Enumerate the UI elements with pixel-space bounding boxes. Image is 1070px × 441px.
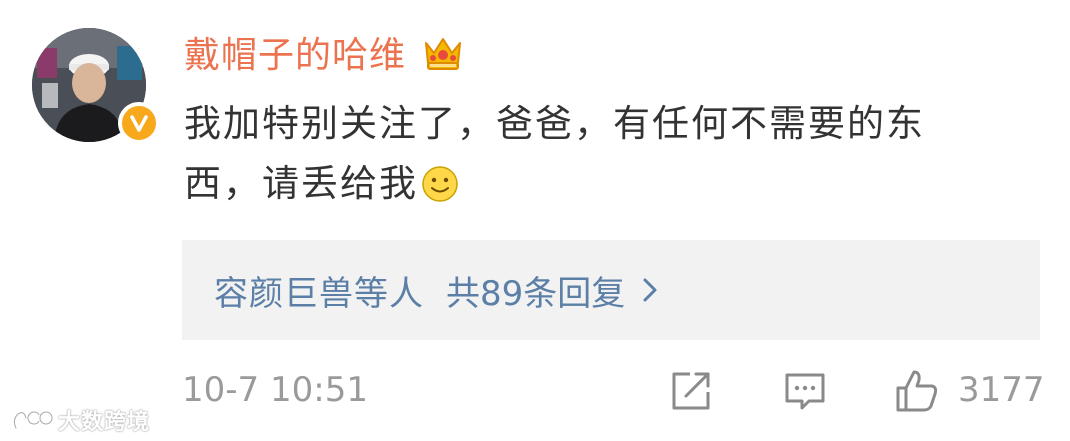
watermark-logo-icon [12,410,54,430]
chevron-right-icon [643,278,657,302]
crown-icon [425,38,462,70]
username-row: 戴帽子的哈维 [184,22,466,82]
watermark: 大数跨境 [10,404,150,436]
comment-card: 戴帽子的哈维 我加特别关注了，爸爸，有任何不需要的东 西，请丢给我 容颜巨兽等人… [0,0,1070,441]
replies-count: 共89条回复 [446,273,626,314]
replies-box[interactable]: 容颜巨兽等人 共89条回复 [182,240,1040,340]
comment-text-line-2-content: 西，请丢给我 [184,162,418,205]
comment-icon[interactable] [782,368,828,414]
comment-text-line-1: 我加特别关注了，爸爸，有任何不需要的东 [184,102,925,145]
smile-icon [422,166,458,202]
replies-users: 容颜巨兽等人 [214,273,424,314]
like-count: 3177 [958,370,1045,410]
comment-footer: 10-7 10:51 3177 [0,360,1070,424]
like-icon[interactable] [894,368,940,414]
comment-text-line-2: 西，请丢给我 [184,154,1044,214]
comment-text: 我加特别关注了，爸爸，有任何不需要的东 西，请丢给我 [184,94,1044,214]
repost-icon[interactable] [668,368,714,414]
avatar[interactable] [32,28,160,144]
verified-icon [118,102,160,144]
username[interactable]: 戴帽子的哈维 [184,26,406,78]
timestamp: 10-7 10:51 [182,370,368,410]
watermark-text: 大数跨境 [58,410,151,435]
